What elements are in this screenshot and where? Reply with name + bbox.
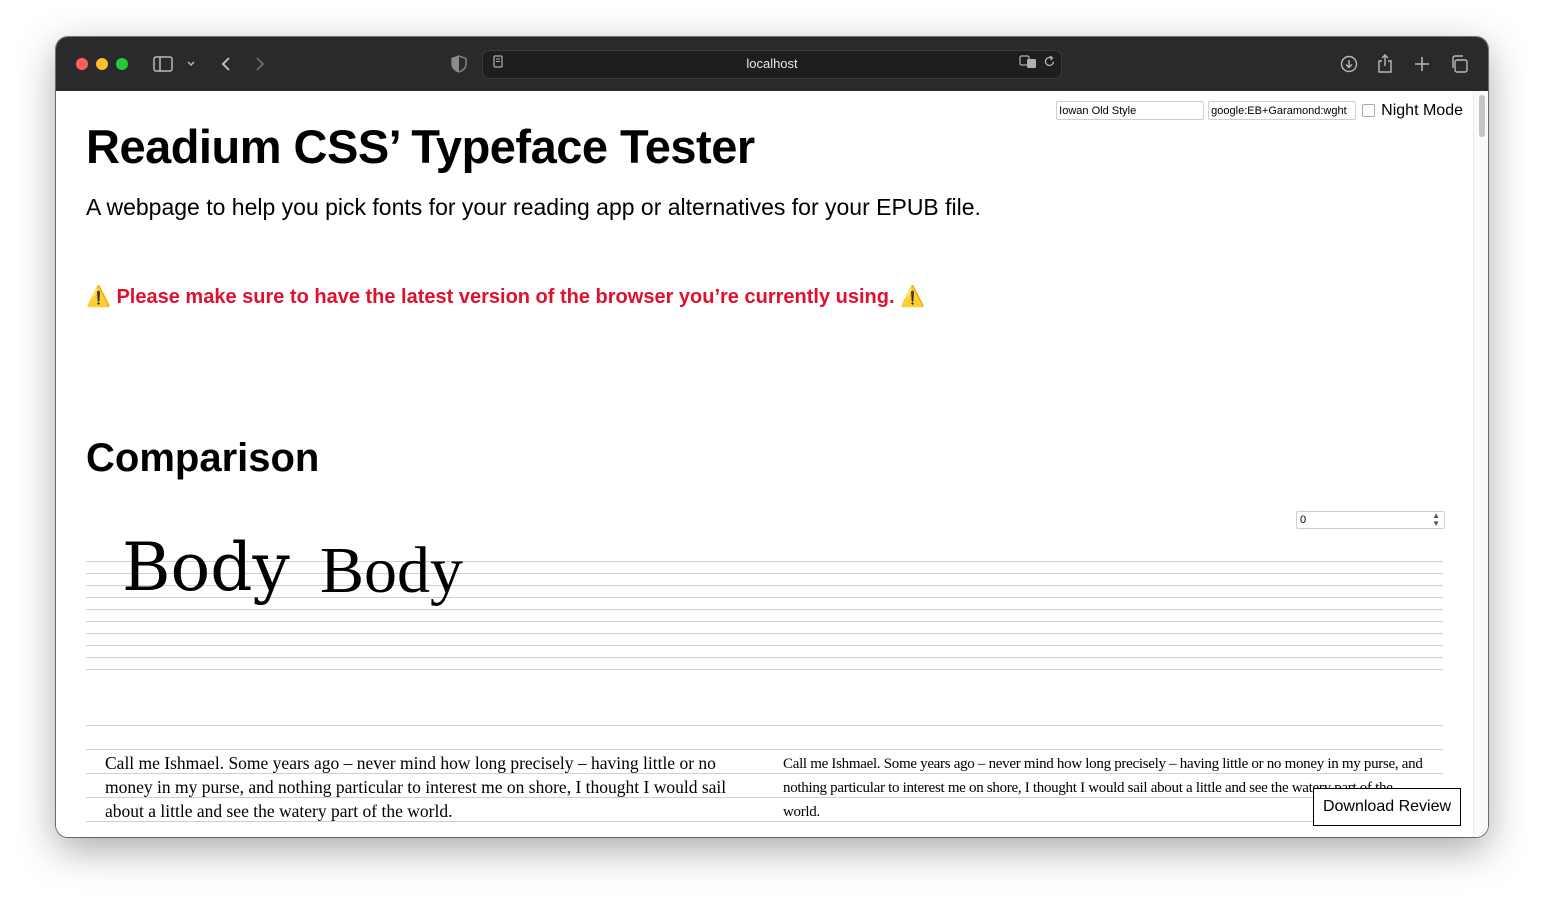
- forward-button[interactable]: [250, 52, 270, 76]
- download-review-button[interactable]: Download Review: [1313, 788, 1461, 826]
- warning-icon: ⚠️: [86, 286, 111, 308]
- page-content: Night Mode Readium CSS’ Typeface Tester …: [56, 91, 1488, 837]
- minimize-window-button[interactable]: [96, 58, 108, 70]
- guide-line: [86, 749, 1443, 750]
- guide-line: [86, 725, 1443, 726]
- warning-text: Please make sure to have the latest vers…: [116, 286, 895, 308]
- scrollbar[interactable]: [1473, 91, 1488, 837]
- guide-line: [86, 669, 1443, 670]
- back-button[interactable]: [216, 52, 236, 76]
- guide-line: [86, 657, 1443, 658]
- address-bar[interactable]: localhost: [482, 50, 1062, 79]
- line-height-number-input[interactable]: 0 ▲ ▼: [1296, 511, 1445, 529]
- browser-window: localhost Night Mode Readium CS: [56, 37, 1488, 837]
- page-subtitle: A webpage to help you pick fonts for you…: [86, 194, 981, 220]
- tab-overview-icon[interactable]: [1448, 52, 1470, 76]
- page-title: Readium CSS’ Typeface Tester: [86, 120, 755, 173]
- guide-line: [86, 633, 1443, 634]
- translate-icon[interactable]: [1019, 55, 1037, 72]
- number-input-value: 0: [1300, 514, 1307, 526]
- new-tab-icon[interactable]: [1411, 52, 1433, 76]
- font-a-input[interactable]: [1056, 101, 1205, 120]
- url-text: localhost: [746, 56, 798, 71]
- font-a-paragraph: Call me Ishmael. Some years ago – never …: [105, 753, 727, 821]
- guide-line: [86, 645, 1443, 646]
- browser-warning: ⚠️ Please make sure to have the latest v…: [86, 284, 925, 309]
- privacy-shield-icon[interactable]: [448, 52, 470, 76]
- font-controls: Night Mode: [1056, 101, 1463, 120]
- scrollbar-thumb[interactable]: [1479, 95, 1485, 137]
- night-mode-label: Night Mode: [1381, 101, 1463, 119]
- warning-icon: ⚠️: [900, 286, 925, 308]
- chevron-down-icon[interactable]: [184, 52, 198, 76]
- browser-toolbar: localhost: [56, 37, 1488, 92]
- night-mode-checkbox[interactable]: [1362, 104, 1376, 117]
- downloads-icon[interactable]: [1338, 52, 1360, 76]
- share-icon[interactable]: [1374, 52, 1396, 76]
- comparison-heading: Comparison: [86, 436, 320, 480]
- guide-line: [86, 609, 1443, 610]
- close-window-button[interactable]: [76, 58, 88, 70]
- stepper-arrows-icon[interactable]: ▲ ▼: [1432, 512, 1440, 528]
- font-b-input[interactable]: [1208, 101, 1357, 120]
- guide-line: [86, 621, 1443, 622]
- zoom-window-button[interactable]: [116, 58, 128, 70]
- sidebar-icon[interactable]: [152, 52, 174, 76]
- font-a-sample: Body: [122, 529, 290, 606]
- font-b-sample: Body: [320, 534, 464, 607]
- reload-icon[interactable]: [1043, 55, 1056, 71]
